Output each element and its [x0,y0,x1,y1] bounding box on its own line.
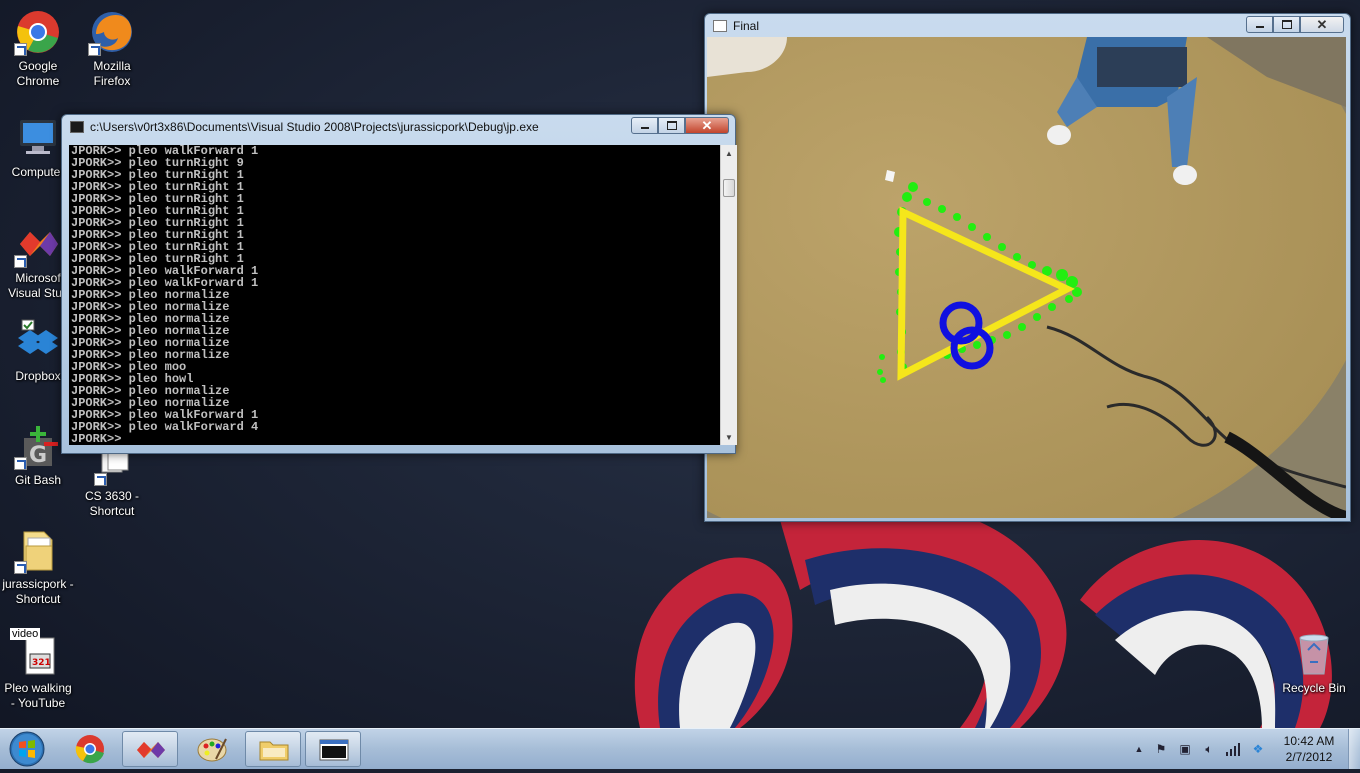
window-icon [713,20,727,32]
close-button[interactable]: ✕ [685,117,729,134]
desktop-icon-firefox[interactable]: Mozilla Firefox [74,8,150,89]
shortcut-arrow-icon [14,561,27,574]
taskbar-explorer[interactable] [245,731,301,767]
close-icon: ✕ [1316,16,1328,32]
computer-icon [14,114,62,162]
desktop-icon-label: Git Bash [14,473,62,487]
minimize-button[interactable] [631,117,658,134]
shortcut-arrow-icon [94,473,107,486]
shortcut-arrow-icon [14,457,27,470]
camera-window[interactable]: Final ✕ [704,13,1351,522]
windows-logo-icon [9,731,45,767]
shortcut-arrow-icon [88,43,101,56]
maximize-icon [1281,20,1292,29]
maximize-icon [666,121,677,130]
desktop-icon-label: Recycle Bin [1282,681,1346,695]
desktop-icon-pleo-video[interactable]: 321 video Pleo walking - YouTube [0,628,76,711]
chrome-icon [75,735,104,764]
camera-scene [707,37,1346,518]
close-button[interactable]: ✕ [1300,16,1344,33]
maximize-button[interactable] [1273,16,1300,33]
video-badge: video [10,628,41,640]
desktop-icon-label: Google Chrome [16,59,60,88]
console-scrollbar[interactable]: ▲ ▼ [720,145,737,445]
folder-icon [259,741,289,761]
scroll-thumb[interactable] [723,179,735,197]
visual-studio-icon [137,742,165,758]
console-window[interactable]: c:\Users\v0rt3x86\Documents\Visual Studi… [61,114,737,454]
desktop-icon-label: Mozilla Firefox [93,59,131,88]
clock-time: 10:42 AM [1283,734,1335,748]
console-app-icon [70,121,84,133]
git-bash-icon: G [14,422,62,470]
close-icon: ✕ [701,117,713,133]
chrome-icon [14,8,62,56]
camera-window-titlebar[interactable]: Final ✕ [705,14,1350,38]
video-file-icon: 321 video [10,628,62,678]
taskbar-visual-studio[interactable] [122,731,178,767]
desktop-icon-label: Pleo walking - YouTube [4,681,72,710]
minimize-button[interactable] [1246,16,1273,33]
device-icon[interactable]: ▣ [1177,741,1193,757]
scroll-down-arrow-icon[interactable]: ▼ [721,429,737,445]
minimize-icon [1255,26,1264,28]
paint-icon [197,738,227,762]
folder-icon [14,526,62,574]
scroll-up-arrow-icon[interactable]: ▲ [721,145,737,161]
svg-text:G: G [29,443,47,468]
taskbar: ▲ ⚑ ▣ 🔈︎ ❖ 10:42 AM 2/7/2012 [0,728,1360,769]
desktop-icon-label: jurassicpork - Shortcut [2,577,74,606]
firefox-icon [88,8,136,56]
show-desktop-button[interactable] [1348,729,1360,769]
network-signal-icon[interactable] [1225,741,1241,757]
action-center-flag-icon[interactable]: ⚑ [1153,741,1169,757]
clock[interactable]: 10:42 AM 2/7/2012 [1278,733,1340,765]
camera-feed [707,37,1346,518]
console-app-icon [319,739,349,761]
taskbar-chrome[interactable] [62,731,118,767]
console-lines: JPORK>> pleo walkForward 1 JPORK>> pleo t… [71,145,258,445]
svg-text:321: 321 [32,658,51,668]
desktop-icon-chrome[interactable]: Google Chrome [0,8,76,89]
dropbox-icon [14,318,62,366]
dropbox-tray-icon[interactable]: ❖ [1250,741,1266,757]
minimize-icon [640,127,649,129]
maximize-button[interactable] [658,117,685,134]
taskbar-console[interactable] [305,731,361,767]
window-title: c:\Users\v0rt3x86\Documents\Visual Studi… [90,120,539,134]
show-hidden-icons-icon[interactable]: ▲ [1131,741,1147,757]
desktop-icon-jurassicpork[interactable]: jurassicpork - Shortcut [0,526,76,607]
console-output[interactable]: JPORK>> pleo walkForward 1 JPORK>> pleo t… [69,145,720,445]
console-line: JPORK>> [71,432,122,445]
window-title: Final [733,19,760,33]
recycle-bin-icon [1290,630,1338,678]
taskbar-paint[interactable] [184,731,240,767]
shortcut-arrow-icon [14,43,27,56]
visual-studio-icon [14,220,62,268]
shortcut-arrow-icon [14,255,27,268]
console-window-titlebar[interactable]: c:\Users\v0rt3x86\Documents\Visual Studi… [62,115,735,139]
volume-icon[interactable]: 🔈︎ [1201,741,1217,757]
clock-date: 2/7/2012 [1285,750,1333,764]
desktop-icon-recycle-bin[interactable]: Recycle Bin [1276,630,1352,696]
desktop-icon-label: CS 3630 - Shortcut [84,489,140,518]
start-button[interactable] [4,731,50,767]
